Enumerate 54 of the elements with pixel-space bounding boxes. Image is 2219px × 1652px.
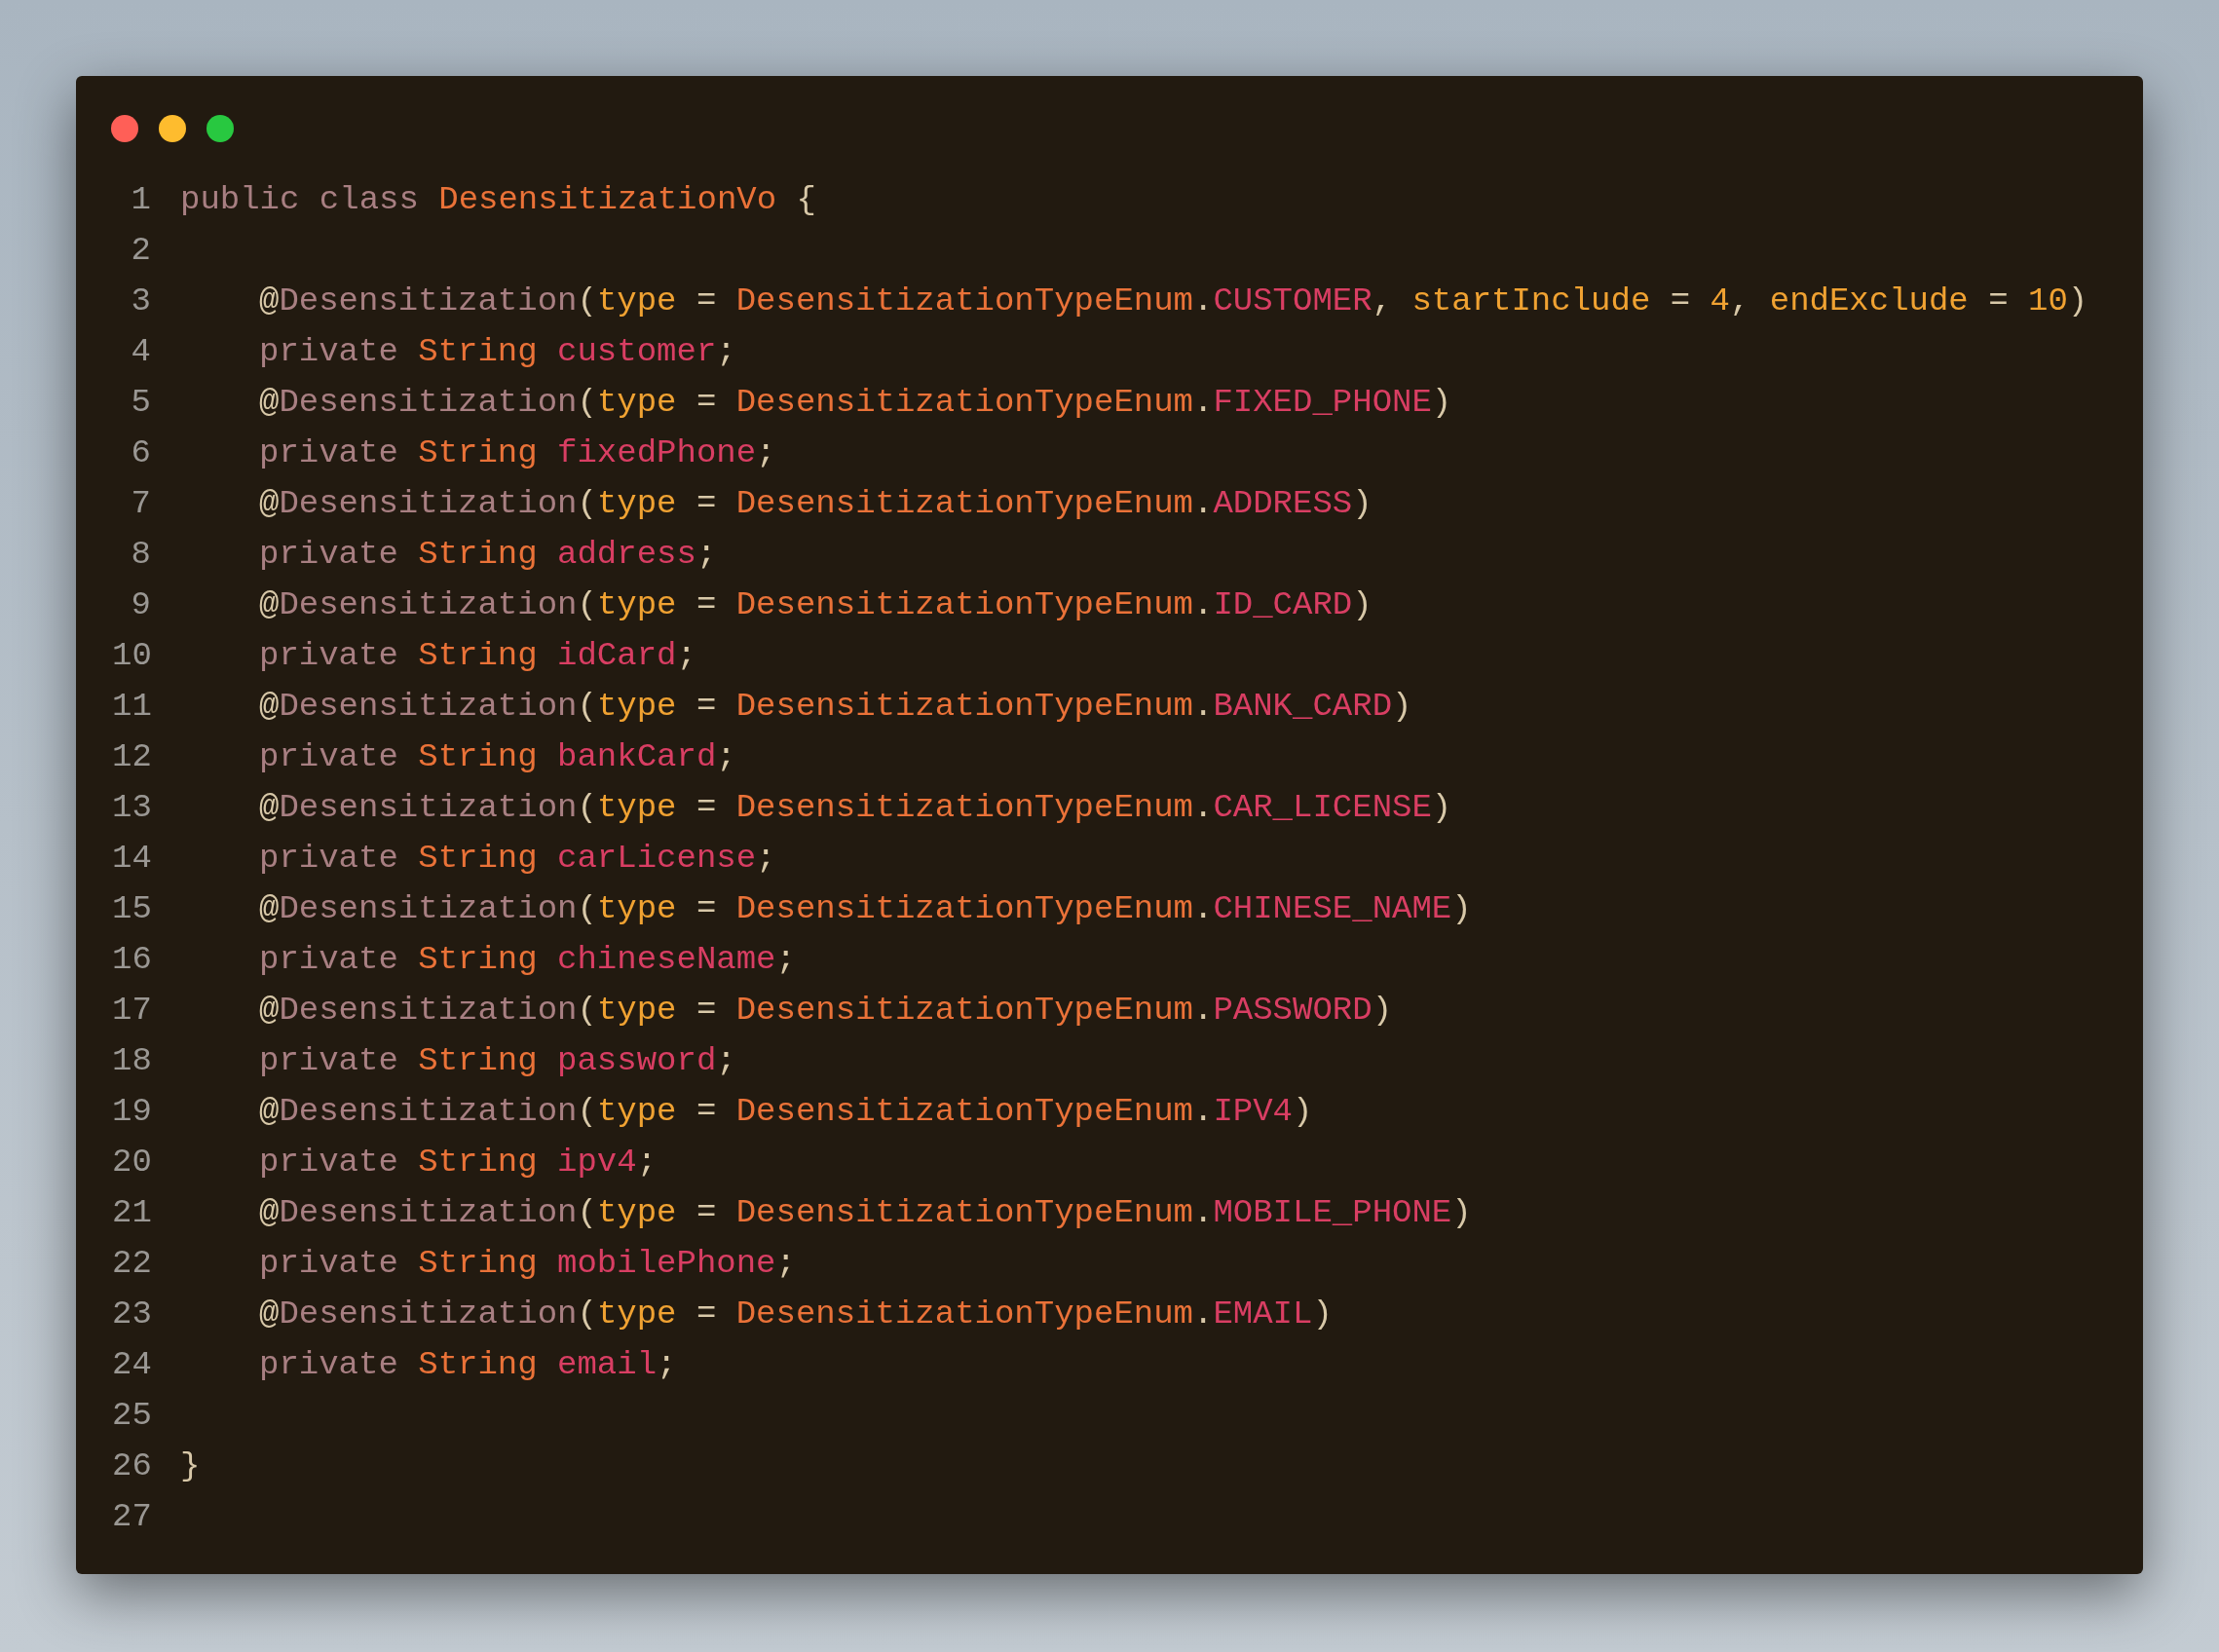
code-line: @Desensitization(type = DesensitizationTypeEnum.CAR_LICENSE): [258, 788, 1452, 828]
line-number: 2: [130, 231, 151, 271]
line-number: 24: [112, 1345, 151, 1385]
code-line: private String fixedPhone;: [258, 433, 776, 473]
code-line: private String carLicense;: [258, 839, 776, 879]
code-line: private String customer;: [258, 332, 736, 372]
line-number: 26: [112, 1446, 151, 1486]
code-line: @Desensitization(type = DesensitizationTypeEnum.IPV4): [258, 1092, 1313, 1132]
code-line: private String idCard;: [258, 636, 696, 676]
code-line: @Desensitization(type = DesensitizationTypeEnum.ADDRESS): [258, 484, 1373, 524]
line-number: 6: [130, 433, 151, 473]
line-number: 20: [112, 1143, 151, 1183]
line-number: 23: [112, 1295, 151, 1334]
code-line: private String email;: [258, 1345, 677, 1385]
line-number: 18: [112, 1041, 151, 1081]
line-number: 13: [112, 788, 151, 828]
minimize-dot[interactable]: [159, 115, 186, 142]
code-line: private String bankCard;: [258, 737, 736, 777]
line-number: 11: [112, 687, 151, 727]
line-number: 1: [130, 180, 151, 220]
code-line: private String mobilePhone;: [258, 1244, 796, 1284]
line-number: 22: [112, 1244, 151, 1284]
line-number: 3: [130, 282, 151, 321]
line-number: 8: [130, 535, 151, 575]
line-number: 9: [130, 585, 151, 625]
line-number: 25: [112, 1396, 151, 1436]
line-number: 14: [112, 839, 151, 879]
line-number: 12: [112, 737, 151, 777]
code-line: private String ipv4;: [258, 1143, 658, 1183]
code-line: @Desensitization(type = DesensitizationTypeEnum.BANK_CARD): [258, 687, 1412, 727]
code-line: public class DesensitizationVo {: [180, 180, 816, 220]
line-number: 5: [130, 383, 151, 423]
line-number: 7: [130, 484, 151, 524]
line-number: 27: [112, 1497, 151, 1537]
close-dot[interactable]: [111, 115, 138, 142]
code-line: @Desensitization(type = DesensitizationTypeEnum.FIXED_PHONE): [258, 383, 1452, 423]
code-line: @Desensitization(type = DesensitizationTypeEnum.ID_CARD): [258, 585, 1373, 625]
code-line: }: [180, 1446, 201, 1486]
code-line: @Desensitization(type = DesensitizationTypeEnum.EMAIL): [258, 1295, 1333, 1334]
code-line: @Desensitization(type = DesensitizationTypeEnum.PASSWORD): [258, 991, 1393, 1031]
line-number: 10: [112, 636, 151, 676]
maximize-dot[interactable]: [207, 115, 234, 142]
code-line: private String address;: [258, 535, 717, 575]
line-number: 16: [112, 940, 151, 980]
code-line: private String password;: [258, 1041, 736, 1081]
code-line: @Desensitization(type = DesensitizationTypeEnum.CUSTOMER, startInclude = 4, endExclude = 10): [258, 282, 2088, 321]
line-number: 15: [112, 889, 151, 929]
code-line: @Desensitization(type = DesensitizationTypeEnum.CHINESE_NAME): [258, 889, 1472, 929]
line-number: 21: [112, 1193, 151, 1233]
code-line: @Desensitization(type = DesensitizationTypeEnum.MOBILE_PHONE): [258, 1193, 1472, 1233]
code-line: private String chineseName;: [258, 940, 796, 980]
line-number: 4: [130, 332, 151, 372]
line-number: 19: [112, 1092, 151, 1132]
line-number: 17: [112, 991, 151, 1031]
